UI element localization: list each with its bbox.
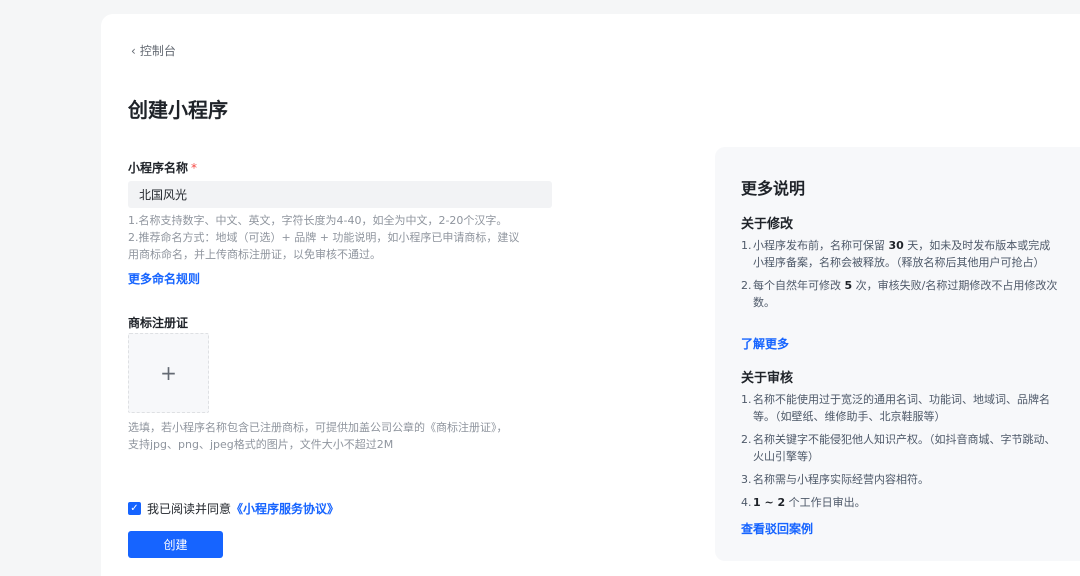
learn-more-link[interactable]: 了解更多 <box>741 335 789 352</box>
trademark-hint: 选填，若小程序名称包含已注册商标，可提供加盖公司公章的《商标注册证》， 支持jp… <box>128 419 558 453</box>
item-number: 3. <box>741 473 752 486</box>
modify-list: 1. 小程序发布前，名称可保留 30 天，如未及时发布版本或完成小程序备案，名称… <box>741 237 1059 317</box>
trademark-label: 商标注册证 <box>128 316 189 330</box>
service-agreement-link[interactable]: 《小程序服务协议》 <box>231 500 339 517</box>
name-input[interactable] <box>128 181 552 208</box>
item-number: 2. <box>741 433 752 446</box>
item-text-pre: 小程序发布前，名称可保留 <box>753 239 889 252</box>
back-label: 控制台 <box>139 44 176 58</box>
plus-icon: + <box>160 361 177 385</box>
view-rejection-cases-link[interactable]: 查看驳回案例 <box>741 520 813 537</box>
list-item: 4. 1 ~ 2 个工作日审出。 <box>741 494 1059 511</box>
item-text-pre: 每个自然年可修改 <box>753 279 845 292</box>
create-button[interactable]: 创建 <box>128 531 223 558</box>
chevron-left-icon: ‹ <box>131 43 136 58</box>
agreement-row: ✓ 我已阅读并同意 《小程序服务协议》 <box>128 500 339 517</box>
info-panel-title: 更多说明 <box>741 179 806 198</box>
item-text: 小程序发布前，名称可保留 30 天，如未及时发布版本或完成小程序备案，名称会被释… <box>753 237 1059 271</box>
item-text-post: 个工作日审出。 <box>785 496 866 509</box>
list-item: 2. 名称关键字不能侵犯他人知识产权。（如抖音商城、字节跳动、火山引擎等） <box>741 431 1059 465</box>
list-item: 2. 每个自然年可修改 5 次，审核失败/名称过期修改不占用修改次数。 <box>741 277 1059 311</box>
item-text-bold: 5 <box>844 279 853 292</box>
name-hint: 1.名称支持数字、中文、英文，字符长度为4-40，如全为中文，2-20个汉字。 … <box>128 212 558 263</box>
review-section-title: 关于审核 <box>741 371 794 386</box>
item-text: 名称关键字不能侵犯他人知识产权。（如抖音商城、字节跳动、火山引擎等） <box>753 433 1056 463</box>
review-list: 1. 名称不能使用过于宽泛的通用名词、功能词、地域词、品牌名等。（如壁纸、维修助… <box>741 391 1059 517</box>
item-number: 4. <box>741 496 752 509</box>
name-hint-line-2b: 用商标命名，并上传商标注册证，以免审核不通过。 <box>128 248 381 261</box>
item-number: 2. <box>741 279 752 292</box>
modify-section-title: 关于修改 <box>741 217 794 232</box>
name-hint-line-1: 1.名称支持数字、中文、英文，字符长度为4-40，如全为中文，2-20个汉字。 <box>128 214 508 227</box>
list-item: 1. 小程序发布前，名称可保留 30 天，如未及时发布版本或完成小程序备案，名称… <box>741 237 1059 271</box>
item-text: 1 ~ 2 个工作日审出。 <box>753 494 1059 511</box>
item-text: 名称不能使用过于宽泛的通用名词、功能词、地域词、品牌名等。（如壁纸、维修助手、北… <box>753 393 1050 423</box>
agreement-checkbox[interactable]: ✓ <box>128 502 141 515</box>
agreement-text: 我已阅读并同意 <box>147 502 232 516</box>
item-text: 名称需与小程序实际经营内容相符。 <box>753 473 929 486</box>
list-item: 1. 名称不能使用过于宽泛的通用名词、功能词、地域词、品牌名等。（如壁纸、维修助… <box>741 391 1059 425</box>
back-to-console-link[interactable]: ‹ 控制台 <box>131 42 176 59</box>
item-text-bold: 30 <box>888 239 904 252</box>
list-item: 3. 名称需与小程序实际经营内容相符。 <box>741 471 1059 488</box>
name-label-text: 小程序名称 <box>128 161 189 175</box>
more-naming-rules-link[interactable]: 更多命名规则 <box>128 270 200 287</box>
item-text-bold: 1 ~ 2 <box>753 496 786 509</box>
page-title: 创建小程序 <box>128 98 228 122</box>
item-text: 每个自然年可修改 5 次，审核失败/名称过期修改不占用修改次数。 <box>753 277 1059 311</box>
name-hint-line-2a: 2.推荐命名方式：地域（可选）+ 品牌 + 功能说明，如小程序已申请商标，建议 <box>128 231 520 244</box>
name-label: 小程序名称 * <box>128 159 197 176</box>
trademark-upload[interactable]: + <box>128 333 209 413</box>
trademark-hint-line-2: 支持jpg、png、jpeg格式的图片，文件大小不超过2M <box>128 438 394 451</box>
required-mark: * <box>191 161 198 175</box>
checkmark-icon: ✓ <box>130 502 139 514</box>
trademark-hint-line-1: 选填，若小程序名称包含已注册商标，可提供加盖公司公章的《商标注册证》， <box>128 421 508 434</box>
item-number: 1. <box>741 239 752 252</box>
item-number: 1. <box>741 393 752 406</box>
